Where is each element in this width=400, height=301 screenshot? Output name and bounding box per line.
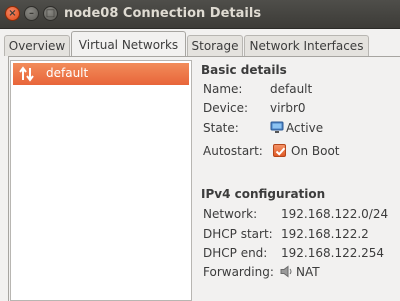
minimize-window-button[interactable]: – — [24, 6, 39, 21]
monitor-active-icon — [270, 121, 284, 134]
tab-network-interfaces[interactable]: Network Interfaces — [244, 35, 369, 56]
tab-virtual-networks[interactable]: Virtual Networks — [71, 31, 186, 57]
autostart-checkbox[interactable] — [273, 144, 286, 157]
window-title: node08 Connection Details — [64, 6, 262, 21]
state-value: Active — [286, 121, 324, 135]
close-window-button[interactable]: × — [5, 6, 20, 21]
network-label: Network: — [203, 207, 258, 221]
forwarding-label: Forwarding: — [203, 265, 274, 279]
basic-details-heading: Basic details — [201, 63, 287, 77]
maximize-window-button[interactable]: □ — [43, 6, 58, 21]
dhcp-end-label: DHCP end: — [203, 246, 268, 260]
window-titlebar[interactable]: × – □ node08 Connection Details — [0, 0, 400, 29]
name-label: Name: — [203, 82, 243, 96]
tab-overview[interactable]: Overview — [4, 35, 70, 56]
tab-storage[interactable]: Storage — [187, 35, 243, 56]
state-label: State: — [203, 121, 239, 135]
dhcp-start-value: 192.168.122.2 — [281, 227, 369, 241]
autostart-label: Autostart: — [203, 144, 263, 158]
network-details-panel: Basic details Name: default Device: virb… — [193, 60, 400, 301]
ipv4-configuration-heading: IPv4 configuration — [201, 187, 326, 201]
autostart-value[interactable]: On Boot — [291, 144, 340, 158]
virtual-network-list[interactable]: default — [10, 60, 192, 301]
network-name-label: default — [46, 66, 89, 80]
list-item-network-default[interactable]: default — [13, 63, 189, 85]
dhcp-end-value: 192.168.122.254 — [281, 246, 385, 260]
tab-bar: Overview Virtual Networks Storage Networ… — [0, 29, 400, 57]
dhcp-start-label: DHCP start: — [203, 227, 273, 241]
forwarding-speaker-icon — [280, 265, 294, 278]
network-value: 192.168.122.0/24 — [281, 207, 389, 221]
network-arrows-icon — [19, 66, 35, 82]
device-label: Device: — [203, 101, 249, 115]
forwarding-value: NAT — [296, 265, 320, 279]
name-value: default — [270, 82, 313, 96]
device-value: virbr0 — [270, 101, 306, 115]
